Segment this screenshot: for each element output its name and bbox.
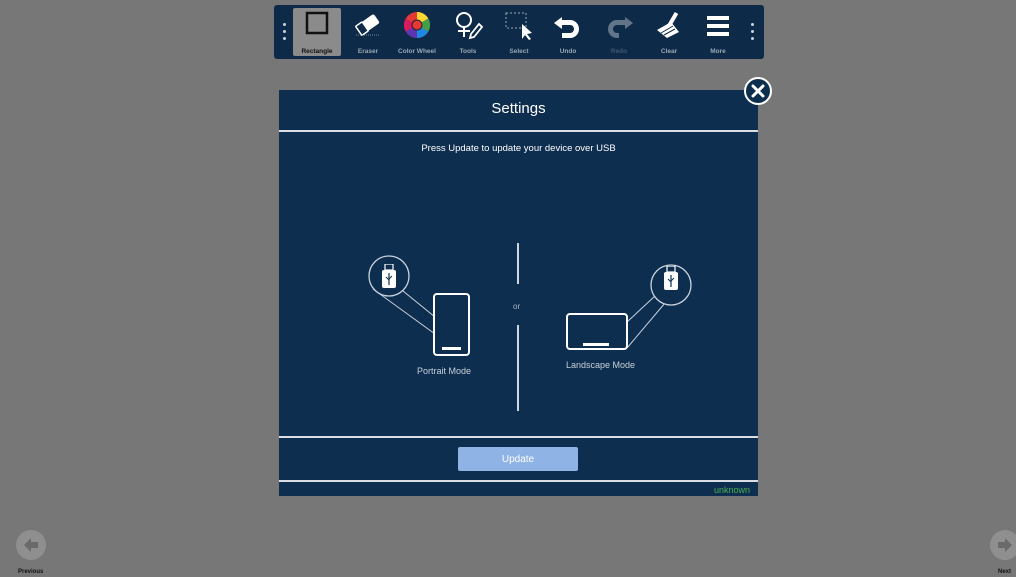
settings-dialog: Settings Press Update to update your dev… — [279, 90, 758, 496]
portrait-mode-label: Portrait Mode — [417, 366, 472, 376]
color-wheel-icon — [403, 11, 431, 39]
usb-icon — [382, 264, 396, 288]
rectangle-icon — [305, 11, 329, 35]
tool-label: More — [710, 48, 726, 55]
dialog-title: Settings — [491, 100, 546, 117]
tool-label: Undo — [559, 48, 577, 55]
update-instruction: Press Update to update your device over … — [421, 143, 616, 154]
next-label[interactable]: Next — [998, 569, 1011, 575]
separator-line-top — [517, 243, 519, 284]
tool-label: Rectangle — [301, 48, 333, 55]
tool-rectangle[interactable]: Rectangle — [293, 8, 341, 56]
arrow-right-icon — [998, 538, 1012, 552]
close-icon — [751, 84, 765, 98]
tool-eraser[interactable]: Eraser — [344, 8, 392, 56]
status-text: unknown — [713, 485, 750, 495]
next-button[interactable] — [990, 530, 1016, 560]
usb-icon — [664, 266, 678, 290]
tool-color-wheel[interactable]: Color Wheel — [393, 8, 441, 56]
tool-tools[interactable]: Tools — [444, 8, 492, 56]
select-icon — [505, 12, 532, 40]
title-divider — [279, 130, 758, 132]
status-divider — [279, 480, 758, 482]
close-dialog-button[interactable] — [744, 77, 772, 105]
or-label: or — [513, 302, 521, 311]
tool-label: Redo — [610, 48, 628, 55]
tool-more[interactable]: More — [694, 8, 742, 56]
update-button[interactable]: Update — [458, 447, 578, 471]
toolbar-grip-right-icon[interactable] — [751, 23, 755, 41]
tool-label: Select — [509, 48, 529, 55]
drawing-toolbar: Rectangle Eraser Color Wheel Tools Selec… — [274, 5, 764, 59]
landscape-mode-label: Landscape Mode — [566, 360, 636, 370]
tool-label: Eraser — [357, 48, 379, 55]
eraser-icon — [355, 14, 380, 36]
clear-icon — [657, 11, 679, 38]
undo-icon — [554, 17, 579, 38]
separator-line-bottom — [517, 325, 519, 411]
tool-redo[interactable]: Redo — [595, 8, 643, 56]
arrow-left-icon — [24, 538, 38, 552]
tool-label: Tools — [459, 48, 477, 55]
toolbar-grip-left-icon[interactable] — [283, 23, 287, 41]
footer-divider — [279, 436, 758, 438]
tool-undo[interactable]: Undo — [544, 8, 592, 56]
previous-button[interactable] — [16, 530, 46, 560]
tool-select[interactable]: Select — [495, 8, 543, 56]
tool-clear[interactable]: Clear — [645, 8, 693, 56]
tools-icon — [456, 12, 484, 40]
menu-icon — [707, 16, 729, 36]
tool-label: Clear — [660, 48, 678, 55]
redo-icon — [608, 17, 633, 38]
tool-label: Color Wheel — [398, 48, 436, 55]
previous-label[interactable]: Previous — [18, 569, 43, 575]
